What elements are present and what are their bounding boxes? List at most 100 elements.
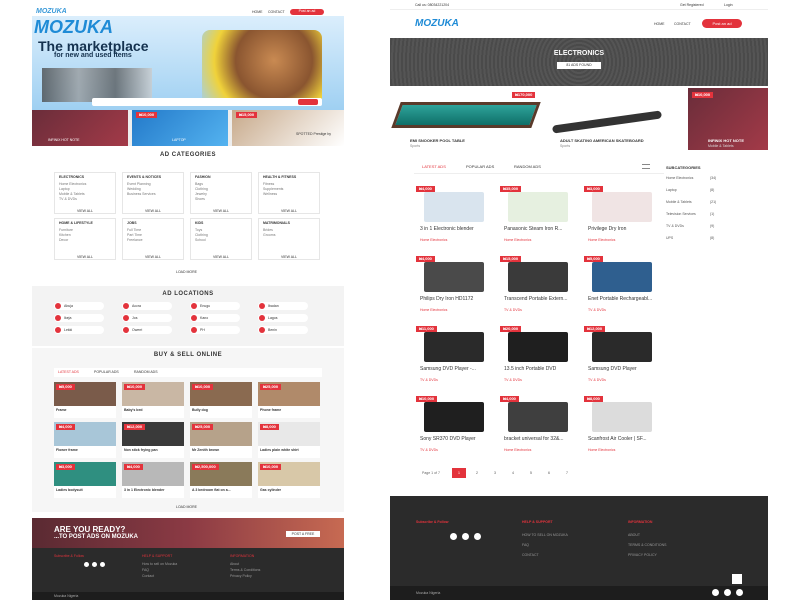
location-pill[interactable]: Lekki (54, 326, 104, 334)
slide[interactable]: ₦10,000 INFINIX HOT NOTE Mobile & Tablet… (688, 88, 768, 150)
featured-item[interactable]: INFINIX HOT NOTE (32, 110, 128, 146)
subcategory-link[interactable]: Laptop (59, 187, 70, 191)
tab-popular[interactable]: POPULAR ADS (466, 164, 494, 169)
subcategory-link[interactable]: Brides (263, 228, 273, 232)
subcategory-link[interactable]: Shoes (195, 197, 205, 201)
category-name[interactable]: MATRIMONIALS (263, 221, 290, 225)
footer-link[interactable]: FAQ (522, 543, 529, 547)
product-title[interactable]: 3 in 1 Electronic blender (420, 226, 492, 232)
nav-contact[interactable]: CONTACT (268, 10, 285, 14)
category-name[interactable]: HOME & LIFESTYLE (59, 221, 93, 225)
page-button[interactable]: 7 (560, 468, 574, 478)
tab-popular[interactable]: POPULAR ADS (94, 370, 119, 374)
tab-random[interactable]: RANDOM ADS (134, 370, 158, 374)
subcategory-link[interactable]: Television Services (666, 212, 696, 216)
product-category[interactable]: TV & DVDs (420, 448, 438, 452)
subcategory-link[interactable]: Mobile & Tablets (59, 192, 85, 196)
youtube-icon[interactable] (474, 533, 481, 540)
load-more-link[interactable]: LOAD MORE (176, 505, 197, 509)
subcategory-link[interactable]: Jewelry (195, 192, 207, 196)
view-all-link[interactable]: VIEW ALL (213, 209, 229, 213)
product-title[interactable]: Transcend Portable Extern... (504, 296, 576, 302)
product-category[interactable]: Home Electronics (588, 448, 615, 452)
subcategory-link[interactable]: UPS (666, 236, 673, 240)
tab-latest[interactable]: LATEST ADS (58, 370, 79, 374)
twitter-icon[interactable] (462, 533, 469, 540)
product-card[interactable]: ₦4,000 Philips Dry Iron HD1172 Home Electr… (416, 256, 492, 320)
featured-item[interactable]: ₦10,000 LAPTOP (132, 110, 228, 146)
product-title[interactable]: Scanfrost Air Cooler | SF... (588, 436, 660, 442)
subcategory-link[interactable]: Clothing (195, 233, 208, 237)
subcategory-link[interactable]: Mobile & Tablets (666, 200, 692, 204)
tab-random[interactable]: RANDOM ADS (514, 164, 541, 169)
youtube-icon[interactable] (736, 589, 743, 596)
category-card[interactable]: KIDS Toys Clothing School VIEW ALL (190, 218, 252, 260)
product-card[interactable]: ₦5,000 Enet Portable Rechargeabl... TV & D… (584, 256, 660, 320)
product-category[interactable]: Home Electronics (504, 238, 531, 242)
location-pill[interactable]: Jos (122, 314, 172, 322)
ad-card[interactable]: ₦10,000 Baby's bed (122, 382, 184, 418)
subcategory-link[interactable]: Wellness (263, 192, 277, 196)
ad-card[interactable]: ₦4,000 3 in 1 Electronic blender (122, 462, 184, 498)
subcategory-link[interactable]: School (195, 238, 206, 242)
twitter-icon[interactable] (724, 589, 731, 596)
footer-link[interactable]: TERMS & CONDITIONS (628, 543, 667, 547)
view-all-link[interactable]: VIEW ALL (145, 255, 161, 259)
footer-link[interactable]: HOW TO SELL ON MOZUKA (522, 533, 568, 537)
slide[interactable]: ADULT SKATING AMERICAN SKATEBOARD Sports (542, 88, 682, 150)
subcategory-link[interactable]: Kitchen (59, 233, 71, 237)
twitter-icon[interactable] (92, 562, 97, 567)
page-button[interactable]: 4 (506, 468, 520, 478)
subcategory-link[interactable]: Part Time (127, 233, 142, 237)
product-category[interactable]: Home Electronics (420, 238, 447, 242)
facebook-icon[interactable] (450, 533, 457, 540)
youtube-icon[interactable] (100, 562, 105, 567)
search-bar[interactable] (92, 98, 322, 106)
location-pill[interactable]: Abuja (54, 302, 104, 310)
product-card[interactable]: ₦4,000 3 in 1 Electronic blender Home Elec… (416, 186, 492, 250)
post-free-button[interactable]: POST A FREE (286, 531, 320, 537)
category-card[interactable]: HEALTH & FITNESS Fitness Supplements Wellne… (258, 172, 320, 214)
view-all-link[interactable]: VIEW ALL (145, 209, 161, 213)
facebook-icon[interactable] (84, 562, 89, 567)
product-title[interactable]: Samsung DVD Player (588, 366, 660, 372)
category-card[interactable]: ELECTRONICS Home Electronics Laptop Mobile … (54, 172, 116, 214)
subcategory-link[interactable]: Bags (195, 182, 203, 186)
location-pill[interactable]: Kano (190, 314, 240, 322)
search-button[interactable] (298, 99, 318, 105)
logo[interactable]: MOZUKA (36, 8, 67, 15)
subcategory-link[interactable]: Furniture (59, 228, 73, 232)
ad-card[interactable]: ₦25,000 Phone frame (258, 382, 320, 418)
view-all-link[interactable]: VIEW ALL (213, 255, 229, 259)
ad-card[interactable]: ₦12,000 Non stick frying pan (122, 422, 184, 458)
subcategory-link[interactable]: Home Electronics (59, 182, 86, 186)
subcategory-link[interactable]: TV & DVDs (59, 197, 77, 201)
view-all-link[interactable]: VIEW ALL (77, 255, 93, 259)
location-pill[interactable]: Enugu (190, 302, 240, 310)
facebook-icon[interactable] (712, 589, 719, 596)
category-name[interactable]: HEALTH & FITNESS (263, 175, 296, 179)
subcategory-link[interactable]: Full Time (127, 228, 141, 232)
slide[interactable]: ₦170,000 EMI SNOOKER POOL TABLE Sports (390, 88, 541, 150)
featured-item[interactable]: ₦15,000 SPOTTED Prestige by (232, 110, 344, 146)
subcategory-link[interactable]: Toys (195, 228, 202, 232)
product-card[interactable]: ₦11,000 Samsung DVD Player -... TV & DVDs (416, 326, 492, 390)
category-card[interactable]: FASHION Bags Clothing Jewelry Shoes VIEW ALL (190, 172, 252, 214)
category-name[interactable]: EVENTS & NOTICES (127, 175, 161, 179)
subcategory-link[interactable]: Home Electronics (666, 176, 693, 180)
page-button[interactable]: 2 (470, 468, 484, 478)
ad-card[interactable]: ₦8,000 Ladies plain white shirt (258, 422, 320, 458)
category-card[interactable]: JOBS Full Time Part Time Freelance VIEW ALL (122, 218, 184, 260)
subcategory-link[interactable]: Grooms (263, 233, 275, 237)
scroll-top-icon[interactable] (732, 574, 742, 584)
page-button[interactable]: 1 (452, 468, 466, 478)
nav-home[interactable]: HOME (654, 22, 665, 26)
location-pill[interactable]: Owerri (122, 326, 172, 334)
product-card[interactable]: ₦12,000 Samsung DVD Player TV & DVDs (584, 326, 660, 390)
product-card[interactable]: ₦15,000 Transcend Portable Extern... TV & … (500, 256, 576, 320)
subcategory-link[interactable]: Wedding (127, 187, 141, 191)
subcategory-link[interactable]: Clothing (195, 187, 208, 191)
category-name[interactable]: FASHION (195, 175, 211, 179)
subcategory-link[interactable]: Laptop (666, 188, 677, 192)
view-all-link[interactable]: VIEW ALL (281, 209, 297, 213)
